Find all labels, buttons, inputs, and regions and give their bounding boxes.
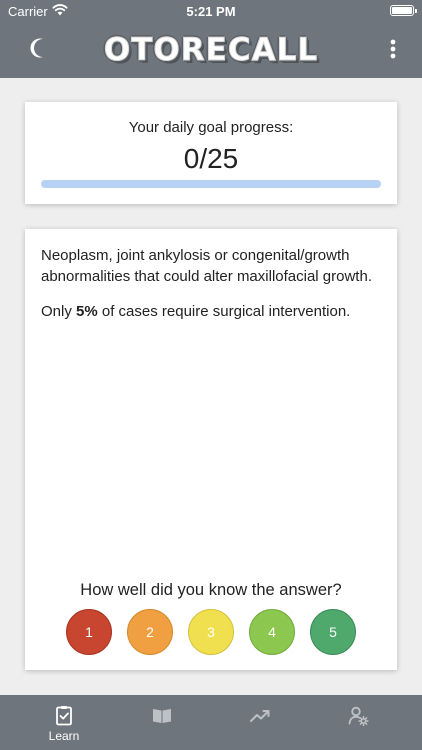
tab-trend-up[interactable] bbox=[211, 695, 309, 750]
tab-user-settings[interactable] bbox=[309, 695, 407, 750]
trend-up-icon bbox=[250, 710, 270, 722]
answer-text: of cases require surgical intervention. bbox=[97, 303, 351, 320]
rating-button-3[interactable]: 3 bbox=[188, 609, 234, 655]
answer-paragraph: Neoplasm, joint ankylosis or congenital/… bbox=[41, 247, 372, 285]
user-settings-icon bbox=[348, 706, 369, 726]
book-open-icon bbox=[153, 709, 171, 723]
clipboard-check-icon bbox=[56, 706, 72, 726]
rating-button-1[interactable]: 1 bbox=[66, 609, 112, 655]
daily-goal-count: 0/25 bbox=[183, 143, 239, 174]
tab-bar: Learn bbox=[0, 695, 422, 750]
rating-button-5[interactable]: 5 bbox=[310, 609, 356, 655]
daily-goal-card: Your daily goal progress: 0/25 bbox=[25, 102, 397, 204]
tab-book-open[interactable] bbox=[113, 695, 211, 750]
recall-prompt: How well did you know the answer? bbox=[80, 581, 342, 599]
rating-button-2[interactable]: 2 bbox=[127, 609, 173, 655]
daily-goal-label: Your daily goal progress: bbox=[128, 119, 294, 136]
flashcard-answer: Neoplasm, joint ankylosis or congenital/… bbox=[41, 246, 381, 323]
battery-icon bbox=[390, 5, 417, 16]
recall-rating-group: 12345 bbox=[66, 609, 356, 655]
status-time: 5:21 PM bbox=[186, 4, 236, 19]
tab-learn[interactable]: Learn bbox=[15, 695, 113, 750]
flashcard: Neoplasm, joint ankylosis or congenital/… bbox=[25, 229, 397, 670]
app-title: OTORECALL bbox=[103, 32, 319, 69]
status-bar: Carrier 5:21 PM bbox=[0, 0, 422, 22]
answer-paragraph: Only 5% of cases require surgical interv… bbox=[41, 302, 381, 323]
app-header: OTORECALL bbox=[0, 22, 422, 78]
daily-goal-progress-bar bbox=[41, 180, 381, 188]
answer-highlight: 5% bbox=[76, 303, 98, 320]
answer-text: Only bbox=[41, 303, 77, 320]
tab-label: Learn bbox=[48, 729, 80, 743]
rating-button-4[interactable]: 4 bbox=[249, 609, 295, 655]
more-vertical-icon[interactable] bbox=[384, 38, 402, 62]
